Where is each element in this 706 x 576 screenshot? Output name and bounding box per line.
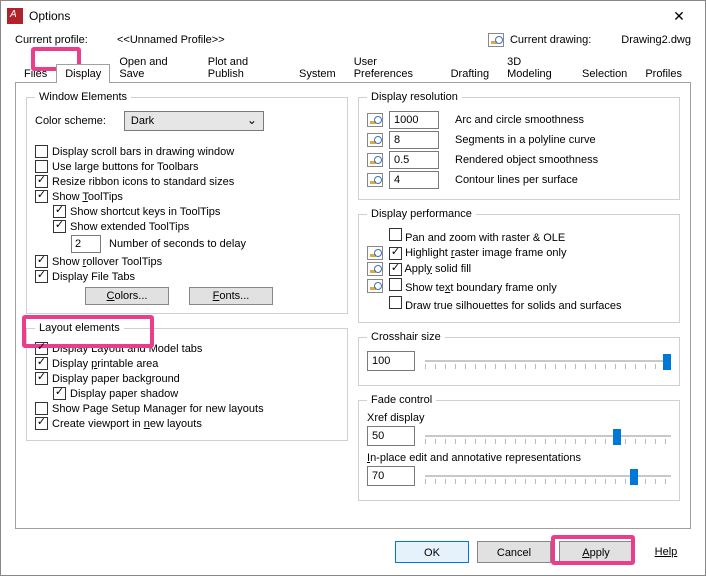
inplace-slider[interactable]: [425, 466, 671, 486]
chk-shortcut-keys[interactable]: Show shortcut keys in ToolTips: [53, 205, 220, 218]
close-icon[interactable]: ✕: [659, 2, 699, 30]
right-column: Display resolution 1000 Arc and circle sm…: [358, 91, 680, 520]
dwg-icon: [367, 262, 383, 276]
window-elements-legend: Window Elements: [35, 91, 131, 103]
dwg-icon: [367, 246, 383, 260]
fade-legend: Fade control: [367, 394, 436, 406]
tab-selection[interactable]: Selection: [573, 64, 636, 83]
rendered-smoothness-input[interactable]: 0.5: [389, 151, 439, 169]
fonts-button[interactable]: Fonts...: [189, 287, 273, 305]
chk-paper-shadow[interactable]: Display paper shadow: [53, 387, 178, 400]
tabstrip: Files Display Open and Save Plot and Pub…: [1, 51, 705, 82]
ok-button[interactable]: OK: [395, 541, 469, 563]
chk-printable-area[interactable]: Display printable area: [35, 357, 158, 370]
contour-lines-input[interactable]: 4: [389, 171, 439, 189]
profile-value: <<Unnamed Profile>>: [117, 34, 225, 46]
tab-3d-modeling[interactable]: 3D Modeling: [498, 52, 573, 83]
window-title: Options: [29, 9, 659, 23]
window-elements-group: Window Elements Color scheme: Dark Displ…: [26, 91, 348, 314]
drawing-label: Current drawing:: [510, 34, 591, 46]
dwg-icon: [367, 173, 383, 187]
xref-label: Xref display: [367, 412, 671, 424]
chk-paper-background[interactable]: Display paper background: [35, 372, 180, 385]
help-button[interactable]: Help: [641, 541, 691, 563]
tab-plot-publish[interactable]: Plot and Publish: [199, 52, 290, 83]
tab-user-prefs[interactable]: User Preferences: [345, 52, 442, 83]
display-performance-group: Display performance Pan and zoom with ra…: [358, 208, 680, 323]
rendered-smoothness-label: Rendered object smoothness: [455, 154, 598, 166]
polyline-segments-label: Segments in a polyline curve: [455, 134, 596, 146]
left-column: Window Elements Color scheme: Dark Displ…: [26, 91, 348, 520]
dwg-icon: [367, 153, 383, 167]
delay-input[interactable]: 2: [71, 235, 101, 253]
chk-extended-tooltips[interactable]: Show extended ToolTips: [53, 220, 189, 233]
delay-label: Number of seconds to delay: [109, 238, 246, 250]
tab-display[interactable]: Display: [56, 64, 110, 83]
crosshair-value[interactable]: 100: [367, 351, 415, 371]
dwg-icon: [367, 133, 383, 147]
tab-drafting[interactable]: Drafting: [442, 64, 499, 83]
arc-smoothness-input[interactable]: 1000: [389, 111, 439, 129]
tab-open-save[interactable]: Open and Save: [110, 52, 198, 83]
colors-button[interactable]: Colors...: [85, 287, 169, 305]
options-window: Options ✕ Current profile: <<Unnamed Pro…: [0, 0, 706, 576]
profile-row: Current profile: <<Unnamed Profile>> Cur…: [1, 31, 705, 51]
dwg-icon: [367, 279, 383, 293]
chk-rollover-tooltips[interactable]: Show rollover ToolTips: [35, 255, 162, 268]
layout-elements-legend: Layout elements: [35, 322, 124, 334]
chk-resize-ribbon[interactable]: Resize ribbon icons to standard sizes: [35, 175, 234, 188]
xref-slider[interactable]: [425, 426, 671, 446]
crosshair-slider[interactable]: [425, 351, 671, 371]
chk-pan-zoom-raster[interactable]: Pan and zoom with raster & OLE: [389, 228, 565, 244]
xref-value[interactable]: 50: [367, 426, 415, 446]
polyline-segments-input[interactable]: 8: [389, 131, 439, 149]
chk-large-buttons[interactable]: Use large buttons for Toolbars: [35, 160, 199, 173]
chk-true-silhouettes[interactable]: Draw true silhouettes for solids and sur…: [389, 296, 622, 312]
display-resolution-group: Display resolution 1000 Arc and circle sm…: [358, 91, 680, 200]
display-performance-legend: Display performance: [367, 208, 476, 220]
inplace-label: In-place edit and annotative representat…: [367, 452, 671, 464]
apply-button[interactable]: Apply: [559, 541, 633, 563]
contour-lines-label: Contour lines per surface: [455, 174, 578, 186]
display-resolution-legend: Display resolution: [367, 91, 462, 103]
crosshair-legend: Crosshair size: [367, 331, 445, 343]
chk-create-viewport[interactable]: Create viewport in new layouts: [35, 417, 202, 430]
dialog-footer: OK Cancel Apply Help: [1, 529, 705, 575]
fade-control-group: Fade control Xref display 50 In-place ed…: [358, 394, 680, 501]
tab-profiles[interactable]: Profiles: [636, 64, 691, 83]
chk-page-setup-manager[interactable]: Show Page Setup Manager for new layouts: [35, 402, 264, 415]
dwg-icon: [367, 113, 383, 127]
crosshair-size-group: Crosshair size 100: [358, 331, 680, 386]
layout-elements-group: Layout elements Display Layout and Model…: [26, 322, 348, 441]
chk-show-tooltips[interactable]: Show ToolTips: [35, 190, 123, 203]
chk-display-file-tabs[interactable]: Display File Tabs: [35, 270, 135, 283]
tab-content: Window Elements Color scheme: Dark Displ…: [15, 82, 691, 529]
titlebar: Options ✕: [1, 1, 705, 31]
chk-layout-model-tabs[interactable]: Display Layout and Model tabs: [35, 342, 202, 355]
arc-smoothness-label: Arc and circle smoothness: [455, 114, 584, 126]
cancel-button[interactable]: Cancel: [477, 541, 551, 563]
chk-highlight-raster[interactable]: Highlight raster image frame only: [389, 247, 566, 260]
drawing-value: Drawing2.dwg: [621, 34, 691, 46]
color-scheme-select[interactable]: Dark: [124, 111, 264, 131]
profile-label: Current profile:: [15, 34, 95, 46]
chk-text-boundary[interactable]: Show text boundary frame only: [389, 278, 557, 294]
chk-scrollbars[interactable]: Display scroll bars in drawing window: [35, 145, 234, 158]
color-scheme-label: Color scheme:: [35, 115, 106, 127]
tab-files[interactable]: Files: [15, 64, 56, 83]
app-icon: [7, 8, 23, 24]
chk-apply-solid-fill[interactable]: Apply solid fill: [389, 263, 471, 276]
drawing-icon: [488, 33, 504, 47]
inplace-value[interactable]: 70: [367, 466, 415, 486]
tab-system[interactable]: System: [290, 64, 345, 83]
